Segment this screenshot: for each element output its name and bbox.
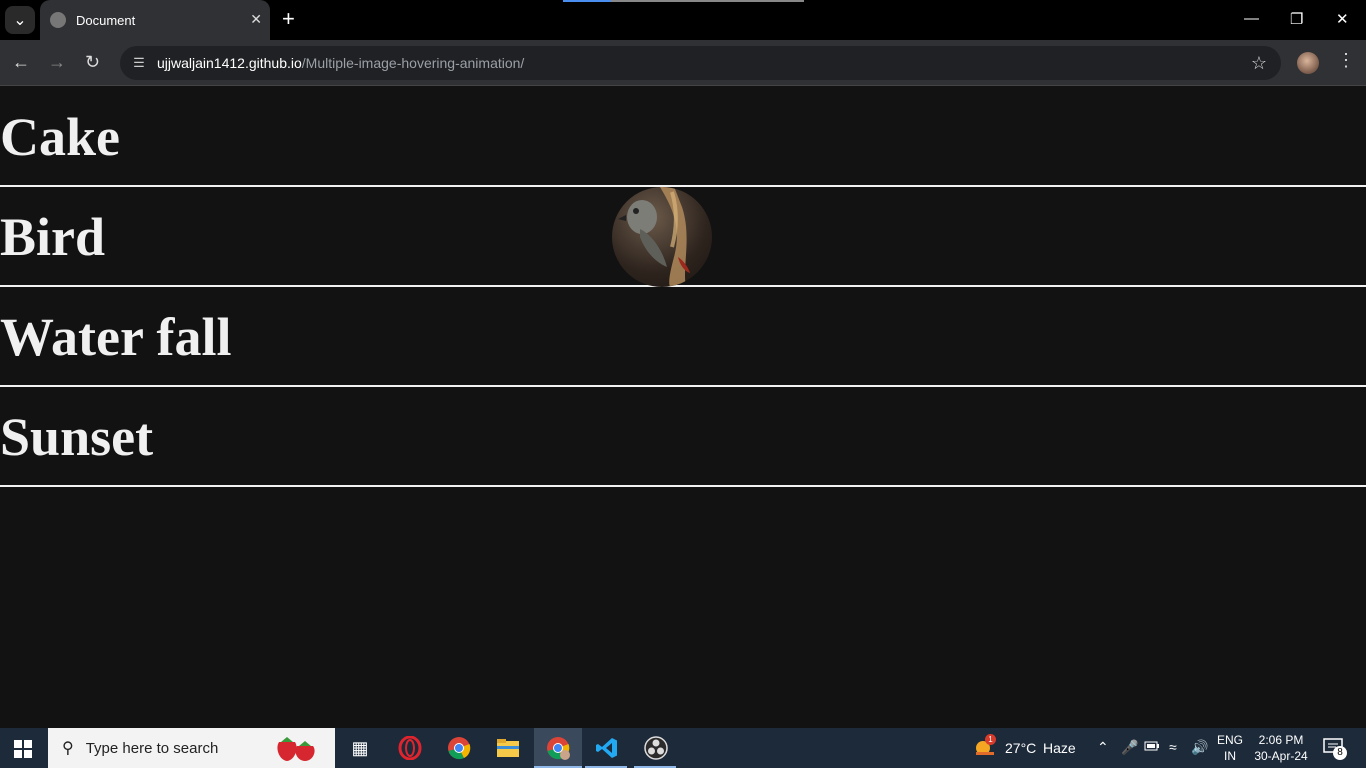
page-content: Cake Bird Water fall Sunset xyxy=(0,87,1366,728)
vscode-icon[interactable] xyxy=(595,736,619,760)
new-tab-button[interactable]: + xyxy=(282,8,295,30)
weather-icon[interactable]: 1 xyxy=(973,734,997,760)
chevron-down-icon: ⌄ xyxy=(13,12,27,29)
back-button[interactable]: ← xyxy=(12,52,30,73)
search-icon: ⚲ xyxy=(62,740,74,757)
volume-icon[interactable]: 🔊 xyxy=(1191,739,1208,756)
tab-title: Document xyxy=(76,12,136,28)
file-explorer-icon[interactable] xyxy=(496,736,520,760)
windows-start-icon[interactable] xyxy=(14,740,32,758)
url-path: /Multiple-image-hovering-animation/ xyxy=(301,55,525,71)
bird-photo-icon xyxy=(618,187,690,287)
language-indicator[interactable]: ENG IN xyxy=(1217,732,1243,764)
item-heading: Sunset xyxy=(0,407,154,467)
top-progress-strip xyxy=(563,0,804,2)
url-host: ujjwaljain1412.github.io xyxy=(157,55,302,71)
windows-taskbar: ⚲ Type here to search ▦ 1 27°C Haze ⌃ 🎤 xyxy=(0,728,1366,768)
region-code: IN xyxy=(1224,749,1236,763)
active-tab[interactable]: Document ✕ xyxy=(40,0,270,40)
clock[interactable]: 2:06 PM 30-Apr-24 xyxy=(1254,732,1308,764)
microphone-icon[interactable]: 🎤 xyxy=(1121,739,1138,756)
restore-button[interactable]: ❐ xyxy=(1290,10,1303,28)
weather-temp[interactable]: 27°C xyxy=(1005,740,1036,756)
chrome-window-icon[interactable] xyxy=(546,736,570,760)
weather-desc[interactable]: Haze xyxy=(1043,740,1076,756)
browser-tab-strip: ⌄ Document ✕ + — ❐ ✕ xyxy=(0,0,1366,40)
opera-icon[interactable] xyxy=(398,736,422,760)
strawberry-icon xyxy=(277,737,315,761)
lang-code: ENG xyxy=(1217,733,1244,747)
address-bar[interactable]: ☰ ujjwaljain1412.github.io/Multiple-imag… xyxy=(120,46,1281,80)
item-heading: Water fall xyxy=(0,307,232,367)
browser-toolbar: ← → ↻ ☰ ujjwaljain1412.github.io/Multipl… xyxy=(0,40,1366,86)
list-item-cake[interactable]: Cake xyxy=(0,87,1366,187)
obs-icon[interactable] xyxy=(644,736,668,760)
profile-avatar[interactable] xyxy=(1297,52,1319,74)
globe-icon xyxy=(50,12,66,28)
clock-time: 2:06 PM xyxy=(1258,733,1304,747)
close-tab-icon[interactable]: ✕ xyxy=(250,11,262,28)
notification-count: 8 xyxy=(1333,746,1347,760)
weather-badge: 1 xyxy=(985,734,996,745)
url-text[interactable]: ujjwaljain1412.github.io/Multiple-image-… xyxy=(157,55,524,71)
forward-button[interactable]: → xyxy=(48,52,66,73)
browser-menu-icon[interactable]: ⋮ xyxy=(1337,50,1355,71)
wifi-icon[interactable]: ≈ xyxy=(1169,739,1177,755)
search-placeholder: Type here to search xyxy=(85,739,219,757)
minimize-button[interactable]: — xyxy=(1244,10,1259,27)
list-item-bird[interactable]: Bird xyxy=(0,187,1366,287)
notification-icon[interactable]: 8 xyxy=(1323,738,1347,760)
list-item-sunset[interactable]: Sunset xyxy=(0,387,1366,487)
battery-icon[interactable] xyxy=(1144,740,1160,752)
bird-hover-image xyxy=(612,187,712,287)
task-view-icon[interactable]: ▦ xyxy=(348,736,372,760)
tab-search-button[interactable]: ⌄ xyxy=(5,6,35,34)
close-window-button[interactable]: ✕ xyxy=(1336,10,1349,28)
bookmark-star-icon[interactable]: ☆ xyxy=(1251,53,1267,74)
list-item-water-fall[interactable]: Water fall xyxy=(0,287,1366,387)
site-info-icon[interactable]: ☰ xyxy=(130,54,148,72)
clock-date: 30-Apr-24 xyxy=(1254,749,1308,763)
reload-button[interactable]: ↻ xyxy=(85,52,100,73)
item-heading: Cake xyxy=(0,107,120,167)
chevron-up-icon[interactable]: ⌃ xyxy=(1097,739,1109,756)
taskbar-search-input[interactable]: ⚲ Type here to search xyxy=(48,728,335,768)
item-heading: Bird xyxy=(0,207,106,267)
chrome-icon[interactable] xyxy=(447,736,471,760)
